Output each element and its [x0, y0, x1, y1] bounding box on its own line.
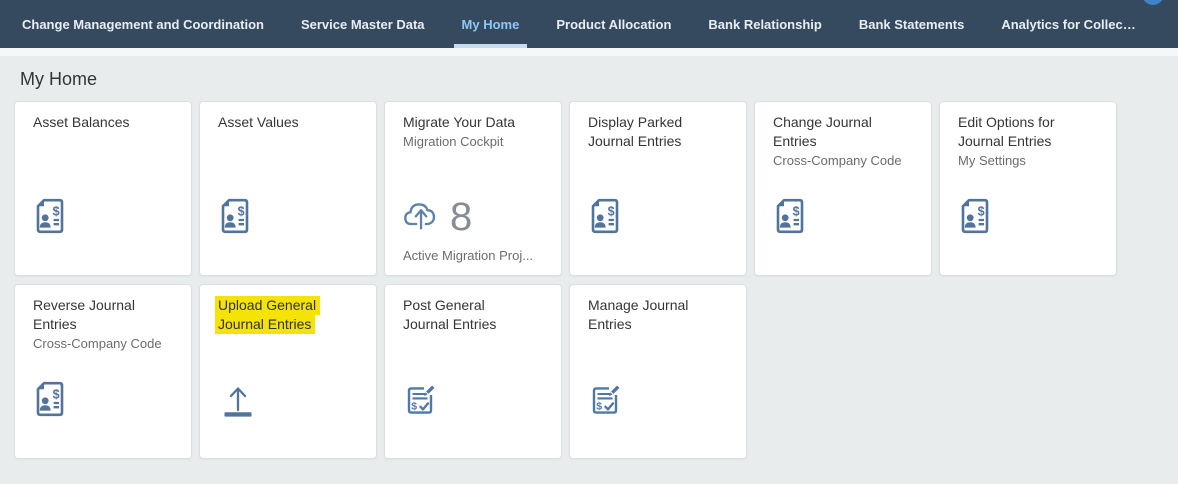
tile-title: Change Journal Entries [773, 114, 872, 149]
tile-asset-balances[interactable]: Asset Balances $ [14, 101, 192, 276]
highlight-annotation: Upload General Journal Entries [215, 296, 321, 334]
tile-display-parked-journal-entries[interactable]: Display Parked Journal Entries $ [569, 101, 747, 276]
tile-grid: Asset Balances $ Asset Values $ Migrate … [14, 101, 1164, 459]
customer-financial-fact-sheet-icon: $ [773, 198, 807, 234]
journal-entries-icon: $ [403, 381, 441, 417]
svg-text:$: $ [793, 205, 800, 219]
cloud-upload-icon [401, 196, 443, 237]
svg-text:$: $ [596, 401, 602, 413]
tile-asset-values[interactable]: Asset Values $ [199, 101, 377, 276]
upload-icon [218, 381, 258, 417]
shell-navigation-bar: Change Management and Coordination Servi… [0, 0, 1178, 48]
tile-migrate-your-data[interactable]: Migrate Your Data Migration Cockpit 8 Ac… [384, 101, 562, 276]
tile-title: Reverse Journal Entries [33, 297, 135, 332]
tile-post-general-journal-entries[interactable]: Post General Journal Entries $ [384, 284, 562, 459]
kpi-active-projects-count: 8 [450, 194, 473, 239]
subheader-strip [0, 48, 1178, 56]
svg-text:$: $ [53, 388, 60, 402]
nav-item-bank-relationship[interactable]: Bank Relationship [706, 0, 823, 48]
tile-footer: Active Migration Proj... [403, 248, 534, 263]
tile-title: Manage Journal Entries [588, 297, 689, 332]
customer-financial-fact-sheet-icon: $ [218, 198, 252, 234]
tile-subtitle: Migration Cockpit [403, 134, 504, 149]
customer-financial-fact-sheet-icon: $ [958, 198, 992, 234]
nav-item-analytics-for-collections[interactable]: Analytics for Collec… [999, 0, 1137, 48]
tile-title: Display Parked Journal Entries [588, 114, 683, 149]
svg-text:$: $ [238, 205, 245, 219]
tile-reverse-journal-entries[interactable]: Reverse Journal Entries Cross-Company Co… [14, 284, 192, 459]
svg-text:$: $ [411, 401, 417, 413]
tile-subtitle: Cross-Company Code [773, 153, 902, 168]
svg-text:$: $ [608, 205, 615, 219]
tile-title-highlighted: Upload General Journal Entries [215, 296, 344, 334]
customer-financial-fact-sheet-icon: $ [588, 198, 622, 234]
tile-subtitle: Cross-Company Code [33, 336, 162, 351]
tile-subtitle: My Settings [958, 153, 1026, 168]
svg-text:$: $ [53, 205, 60, 219]
home-content: My Home Asset Balances $ Asset Values $ … [0, 56, 1178, 484]
journal-entries-icon: $ [588, 381, 626, 417]
nav-item-service-master-data[interactable]: Service Master Data [299, 0, 427, 48]
tile-title: Asset Values [218, 114, 299, 130]
tile-change-journal-entries[interactable]: Change Journal Entries Cross-Company Cod… [754, 101, 932, 276]
avatar[interactable] [1142, 0, 1164, 5]
tile-upload-general-journal-entries[interactable]: Upload General Journal Entries [199, 284, 377, 459]
nav-item-my-home[interactable]: My Home [453, 0, 528, 48]
tile-title: Asset Balances [33, 114, 130, 130]
svg-text:$: $ [978, 205, 985, 219]
tile-title: Migrate Your Data [403, 114, 516, 130]
nav-item-change-management[interactable]: Change Management and Coordination [20, 0, 266, 48]
tile-edit-options-for-journal-entries[interactable]: Edit Options for Journal Entries My Sett… [939, 101, 1117, 276]
customer-financial-fact-sheet-icon: $ [33, 198, 67, 234]
page-title: My Home [20, 69, 98, 89]
customer-financial-fact-sheet-icon: $ [33, 381, 67, 417]
tile-title: Edit Options for Journal Entries [958, 114, 1055, 149]
tile-manage-journal-entries[interactable]: Manage Journal Entries $ [569, 284, 747, 459]
tile-title: Post General Journal Entries [403, 297, 497, 332]
nav-item-bank-statements[interactable]: Bank Statements [857, 0, 966, 48]
nav-item-product-allocation[interactable]: Product Allocation [554, 0, 673, 48]
